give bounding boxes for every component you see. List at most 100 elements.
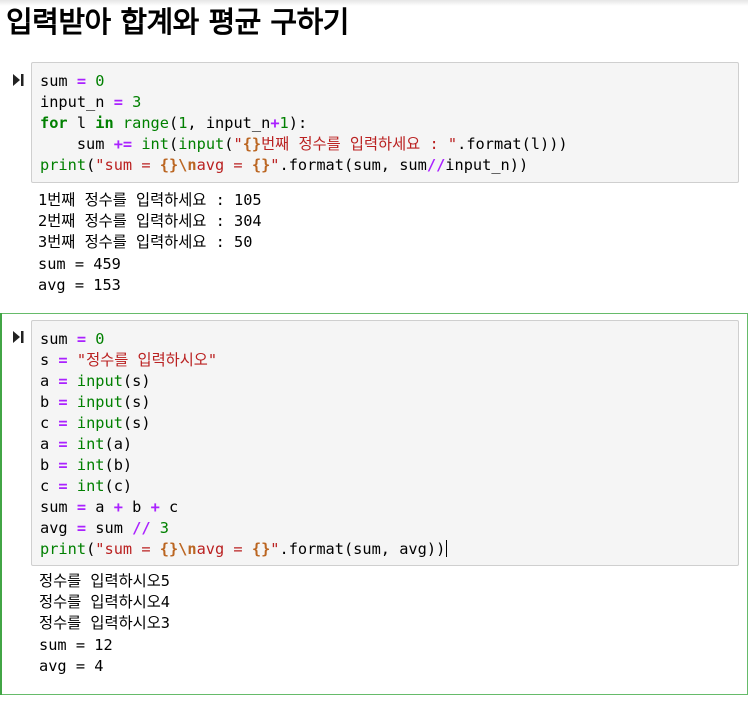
code-token: input_n)) <box>445 156 529 174</box>
code-token: = <box>76 72 87 90</box>
code-editor[interactable]: sum = 0 input_n = 3 for l in range(1, inpu… <box>40 71 568 176</box>
code-token: l <box>67 114 96 132</box>
code-token: int <box>76 435 105 453</box>
code-token: \n <box>178 156 197 174</box>
code-token: b <box>122 498 151 516</box>
code-token: // <box>426 156 446 174</box>
code-token: ( <box>168 135 179 153</box>
code-token: in <box>95 114 114 132</box>
code-token: range <box>122 114 169 132</box>
code-token: , input_n <box>187 114 271 132</box>
code-token: = <box>58 414 68 432</box>
code-token: = <box>76 519 87 537</box>
code-token: "정수를 입력하시오" <box>76 351 218 369</box>
code-token: = <box>58 351 68 369</box>
code-token: print <box>40 540 87 558</box>
code-token: avg = <box>196 540 252 558</box>
code-token: {} <box>251 540 271 558</box>
code-token: c <box>40 477 59 495</box>
code-input-area[interactable]: sum = 0s = "정수를 입력하시오" a = input(s) b = in… <box>31 320 739 566</box>
output-line: 3번째 정수를 입력하세요 : 50 <box>38 233 253 252</box>
code-token: {} <box>159 540 179 558</box>
code-token: {} <box>251 156 271 174</box>
page-title: 입력받아 합계와 평균 구하기 <box>6 5 349 39</box>
code-token: 번째 정수를 입력하세요 : " <box>261 135 458 153</box>
output-line: avg = 4 <box>39 656 104 675</box>
run-cell-icon[interactable] <box>11 73 25 87</box>
code-token: = <box>76 330 87 348</box>
code-editor[interactable]: sum = 0s = "정수를 입력하시오" a = input(s) b = in… <box>40 329 448 560</box>
code-token: s <box>40 351 59 369</box>
code-token: input_n <box>40 93 114 111</box>
code-token: ) <box>436 540 446 558</box>
output-line: avg = 153 <box>38 275 121 294</box>
code-token: ( <box>86 156 96 174</box>
output-line: 2번째 정수를 입력하세요 : 304 <box>38 212 262 231</box>
output-line: 정수를 입력하시오4 <box>39 593 171 612</box>
code-line: c = input(s) <box>40 413 447 434</box>
code-token: (a) <box>104 435 133 453</box>
code-token: a <box>40 435 59 453</box>
output-line: 1번째 정수를 입력하세요 : 105 <box>38 191 262 209</box>
code-token: (c) <box>104 477 133 495</box>
code-token: // <box>132 519 151 537</box>
code-line: b = input(s) <box>40 392 447 413</box>
code-token: avg = <box>196 156 252 174</box>
code-token: avg <box>40 519 77 537</box>
run-cell-icon[interactable] <box>11 330 25 344</box>
code-token: ( <box>86 540 96 558</box>
code-token: sum <box>40 498 77 516</box>
code-line: c = int(c) <box>40 476 447 497</box>
code-line: sum = a + b + c <box>40 497 447 518</box>
code-token: (b) <box>104 456 133 474</box>
code-token: b <box>40 456 59 474</box>
output-line: 정수를 입력하시오5 <box>39 572 171 590</box>
code-line: sum = 0 <box>40 329 447 350</box>
code-token: + <box>270 114 280 132</box>
code-token: input <box>76 393 123 411</box>
code-cell-1[interactable]: sum = 0 input_n = 3 for l in range(1, inpu… <box>0 62 748 302</box>
code-token: (s) <box>122 414 151 432</box>
code-token: int <box>76 456 105 474</box>
code-line: print("sum = {}\navg = {}".format(sum, s… <box>40 155 568 176</box>
code-line: print("sum = {}\navg = {}".format(sum, a… <box>40 539 448 560</box>
code-token: " <box>233 135 243 153</box>
code-token: (s) <box>122 372 151 390</box>
code-token: for <box>40 114 68 132</box>
code-token: int <box>141 135 169 153</box>
code-input-area[interactable]: sum = 0 input_n = 3 for l in range(1, inpu… <box>31 62 739 183</box>
code-token: = <box>58 372 68 390</box>
code-token: int <box>76 477 105 495</box>
code-token: + <box>150 498 160 516</box>
code-cell-2[interactable]: sum = 0s = "정수를 입력하시오" a = input(s) b = in… <box>0 313 748 695</box>
code-token: 0 <box>95 330 105 348</box>
code-token: += <box>113 135 133 153</box>
code-token: = <box>58 435 68 453</box>
code-token: .format(l))) <box>457 135 568 153</box>
code-token: sum <box>40 330 77 348</box>
output-line: sum = 459 <box>38 254 121 273</box>
code-line: a = int(a) <box>40 434 447 455</box>
code-token: = <box>58 456 68 474</box>
code-line: s = "정수를 입력하시오" <box>40 350 447 371</box>
output-line: 정수를 입력하시오3 <box>39 614 171 633</box>
code-line: input_n = 3 <box>40 92 568 113</box>
code-token: ( <box>168 114 179 132</box>
code-token: "sum = <box>95 156 160 174</box>
code-token: + <box>113 498 123 516</box>
code-token: a <box>40 372 59 390</box>
code-token: " <box>270 156 280 174</box>
code-token: print <box>40 156 87 174</box>
code-token: c <box>40 414 59 432</box>
code-token: b <box>40 393 59 411</box>
code-token: input <box>76 414 123 432</box>
